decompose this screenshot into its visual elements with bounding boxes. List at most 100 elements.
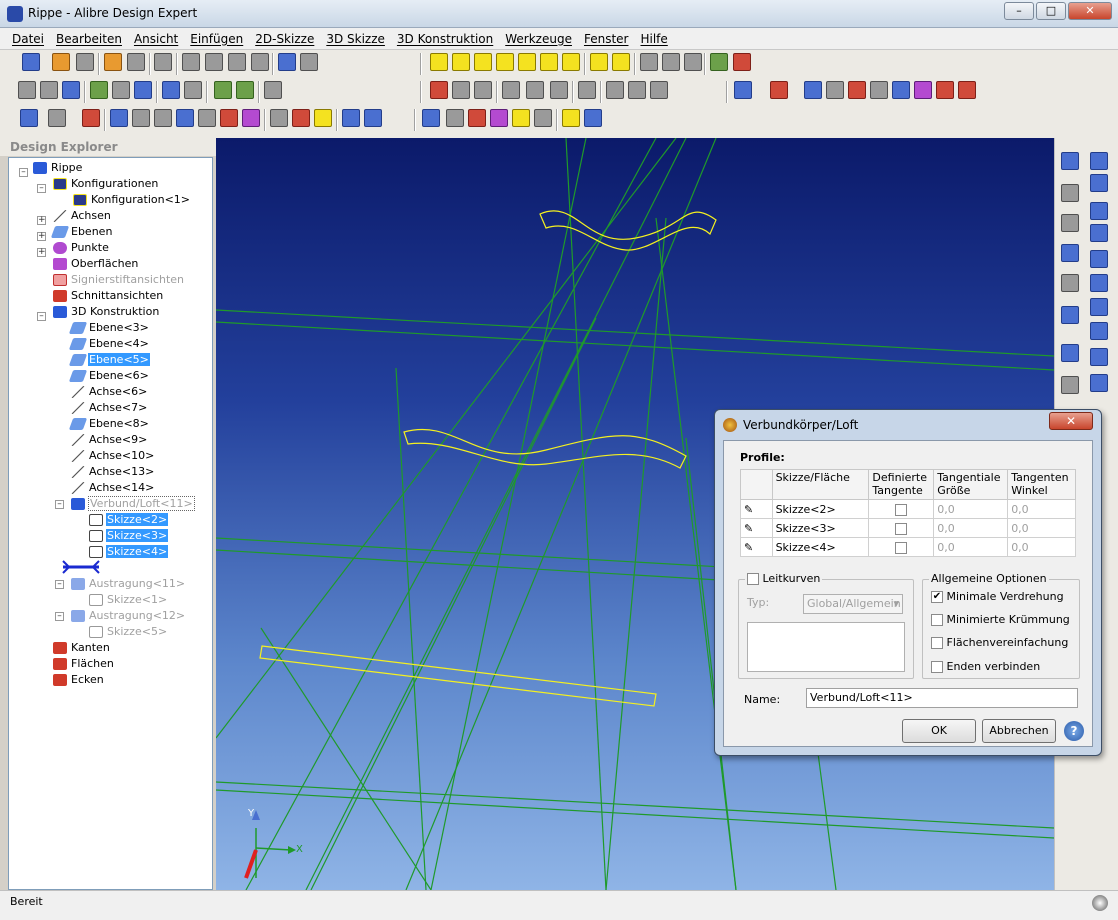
plane-icon[interactable] xyxy=(422,109,440,127)
scale-icon[interactable] xyxy=(584,109,602,127)
sketch-cell[interactable]: Skizze<3> xyxy=(771,518,870,538)
constraint-3-icon[interactable] xyxy=(474,81,492,99)
tool-c-icon[interactable] xyxy=(132,109,150,127)
view-iso-icon[interactable] xyxy=(562,53,580,71)
line-icon[interactable] xyxy=(1061,214,1079,232)
redo-icon[interactable] xyxy=(300,53,318,71)
menu-hilfe[interactable]: Hilfe xyxy=(634,32,673,46)
regenerate-icon[interactable] xyxy=(214,81,232,99)
tree-item-ebene-4[interactable]: Ebene<4> xyxy=(68,336,150,352)
sketch-activate-icon[interactable] xyxy=(1061,152,1079,170)
grid-2-icon[interactable] xyxy=(628,81,646,99)
size-cell[interactable]: 0,0 xyxy=(933,537,1009,557)
flip-view-icon[interactable] xyxy=(612,53,630,71)
tool-b-icon[interactable] xyxy=(110,109,128,127)
minimize-button[interactable]: – xyxy=(1004,2,1034,20)
render-hidden-icon[interactable] xyxy=(640,53,658,71)
tool-m-icon[interactable] xyxy=(364,109,382,127)
pan-icon[interactable] xyxy=(40,81,58,99)
add-icon[interactable] xyxy=(1061,184,1079,202)
menu-2d-skizze[interactable]: 2D-Skizze xyxy=(249,32,320,46)
tree-item-achse-14[interactable]: Achse<14> xyxy=(71,480,155,496)
tree-item-skizze-3[interactable]: Skizze<3> xyxy=(89,528,169,544)
option-minimized-curvature[interactable]: Minimierte Krümmung xyxy=(931,612,1070,628)
size-cell[interactable]: 0,0 xyxy=(933,518,1009,538)
tangent-checkbox[interactable] xyxy=(868,518,935,538)
line-2-icon[interactable] xyxy=(1061,274,1079,292)
point-icon[interactable] xyxy=(468,109,486,127)
paste-icon[interactable] xyxy=(228,53,246,71)
feature-4-icon[interactable] xyxy=(848,81,866,99)
feature-6-icon[interactable] xyxy=(892,81,910,99)
constraint-2-icon[interactable] xyxy=(452,81,470,99)
spline-icon[interactable] xyxy=(1061,244,1079,262)
surface-icon[interactable] xyxy=(490,109,508,127)
feature-5-icon[interactable] xyxy=(870,81,888,99)
rectangle-icon[interactable] xyxy=(1061,376,1079,394)
tree-item-skizze-5[interactable]: Skizze<5> xyxy=(89,624,168,640)
grid-1-icon[interactable] xyxy=(606,81,624,99)
save-icon[interactable] xyxy=(76,53,94,71)
select-icon[interactable] xyxy=(18,81,36,99)
copy-icon[interactable] xyxy=(205,53,223,71)
feature-7-icon[interactable] xyxy=(914,81,932,99)
tree-item-ebene-8[interactable]: Ebene<8> xyxy=(68,416,150,432)
pattern-feature-icon[interactable] xyxy=(1090,374,1108,392)
angle-cell[interactable]: 0,0 xyxy=(1007,537,1076,557)
revolve-feature-icon[interactable] xyxy=(1090,202,1108,220)
tool-n-icon[interactable] xyxy=(534,109,552,127)
view-right-icon[interactable] xyxy=(540,53,558,71)
tree-item-konfiguration-1[interactable]: Konfiguration<1> xyxy=(73,192,191,208)
tree-item-achse-9[interactable]: Achse<9> xyxy=(71,432,148,448)
option-connect-ends[interactable]: Enden verbinden xyxy=(931,659,1040,675)
menu-datei[interactable]: Datei xyxy=(6,32,50,46)
menu-werkzeuge[interactable]: Werkzeuge xyxy=(499,32,578,46)
view-front-icon[interactable] xyxy=(430,53,448,71)
collapse-toggle[interactable]: – xyxy=(55,580,64,589)
expand-toggle[interactable]: + xyxy=(37,248,46,257)
expand-toggle[interactable]: + xyxy=(37,216,46,225)
menu-bearbeiten[interactable]: Bearbeiten xyxy=(50,32,128,46)
dialog-close-button[interactable]: ✕ xyxy=(1049,412,1093,430)
loft-feature-icon[interactable] xyxy=(1090,224,1108,242)
part-icon[interactable] xyxy=(734,81,752,99)
tangent-checkbox[interactable] xyxy=(868,537,935,557)
feature-9-icon[interactable] xyxy=(958,81,976,99)
feature-3-icon[interactable] xyxy=(826,81,844,99)
cut-icon[interactable] xyxy=(182,53,200,71)
collapse-toggle[interactable]: – xyxy=(19,168,28,177)
collapse-toggle[interactable]: – xyxy=(37,184,46,193)
extrude-feature-icon[interactable] xyxy=(1090,152,1108,170)
delete-icon[interactable] xyxy=(251,53,269,71)
rollback-icon[interactable] xyxy=(236,81,254,99)
menu-fenster[interactable]: Fenster xyxy=(578,32,635,46)
tree-item-ebene-6[interactable]: Ebene<6> xyxy=(68,368,150,384)
tool-d-icon[interactable] xyxy=(154,109,172,127)
undo-icon[interactable] xyxy=(278,53,296,71)
tree-item-punkte[interactable]: Punkte xyxy=(53,240,110,256)
tree-item-achse-6[interactable]: Achse<6> xyxy=(71,384,148,400)
tree-item-ebene-5[interactable]: Ebene<5> xyxy=(68,352,150,368)
next-view-icon[interactable] xyxy=(184,81,202,99)
sketch-tool-1-icon[interactable] xyxy=(502,81,520,99)
tree-item-austragung-11[interactable]: Austragung<11> xyxy=(71,576,186,592)
measure-icon[interactable] xyxy=(710,53,728,71)
menu-ansicht[interactable]: Ansicht xyxy=(128,32,184,46)
tree-item-rippe[interactable]: Rippe xyxy=(33,160,83,176)
tree-item-3d-konstruktion[interactable]: 3D Konstruktion xyxy=(53,304,160,320)
close-button[interactable]: ✕ xyxy=(1068,2,1112,20)
feature-2-icon[interactable] xyxy=(804,81,822,99)
table-row[interactable]: ✎ Skizze<2> 0,0 0,0 xyxy=(740,499,1076,519)
tool-j-icon[interactable] xyxy=(292,109,310,127)
zoom-in-icon[interactable] xyxy=(90,81,108,99)
sketch-tool-2-icon[interactable] xyxy=(526,81,544,99)
tool-i-icon[interactable] xyxy=(270,109,288,127)
tree-item-skizze-2[interactable]: Skizze<2> xyxy=(89,512,169,528)
camera-icon[interactable] xyxy=(264,81,282,99)
tree-item-konfigurationen[interactable]: Konfigurationen xyxy=(53,176,159,192)
sketch-cell[interactable]: Skizze<4> xyxy=(771,537,870,557)
zoom-window-icon[interactable] xyxy=(112,81,130,99)
save-all-icon[interactable] xyxy=(127,53,145,71)
ok-button[interactable]: OK xyxy=(902,719,976,743)
type-select[interactable]: Global/Allgemein ▾ xyxy=(803,594,903,614)
